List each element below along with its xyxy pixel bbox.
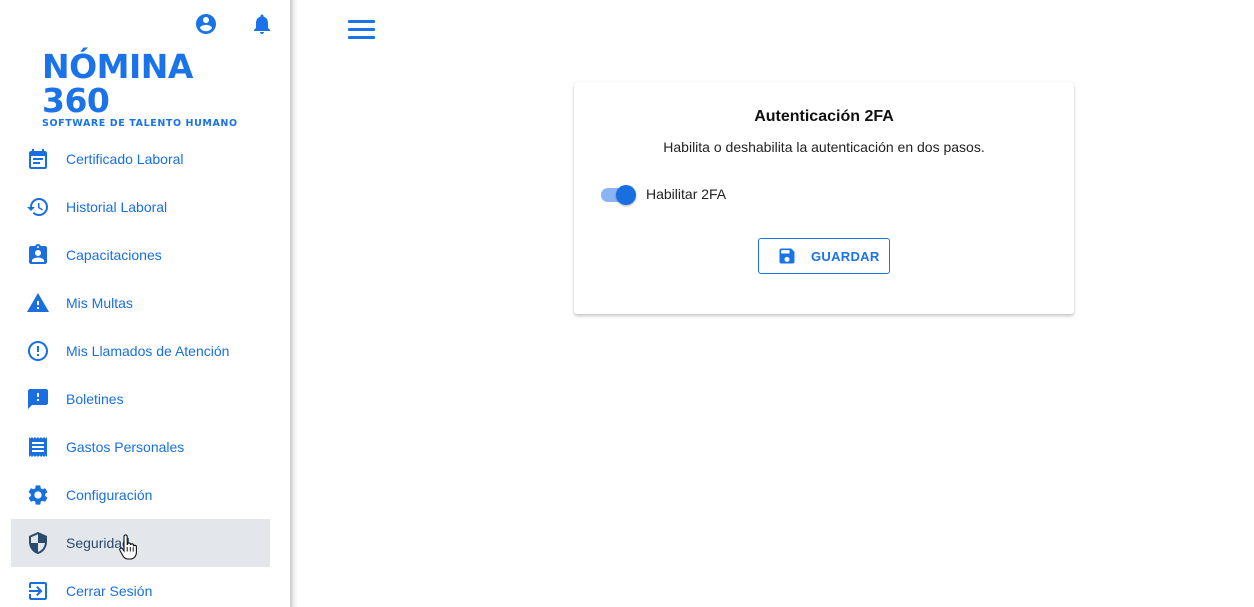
gear-icon (26, 483, 50, 507)
sidebar-item-label: Cerrar Sesión (66, 583, 153, 599)
sidebar-item-capacitaciones[interactable]: Capacitaciones (11, 231, 270, 279)
save-button[interactable]: GUARDAR (758, 238, 890, 274)
logout-icon (26, 579, 50, 603)
history-icon (26, 195, 50, 219)
sidebar-nav: Certificado Laboral Historial Laboral Ca… (11, 135, 270, 607)
card-description: Habilita o deshabilita la autenticación … (663, 139, 985, 155)
sidebar-item-label: Gastos Personales (66, 439, 185, 455)
sidebar-item-label: Capacitaciones (66, 247, 162, 263)
sidebar: NÓMINA 360 SOFTWARE DE TALENTO HUMANO Ce… (0, 0, 290, 607)
sidebar-item-seguridad[interactable]: Seguridad (11, 519, 270, 567)
sidebar-divider (290, 0, 297, 607)
sidebar-item-mis-multas[interactable]: Mis Multas (11, 279, 270, 327)
sidebar-item-label: Boletines (66, 391, 124, 407)
account-circle-icon[interactable] (194, 12, 218, 36)
sidebar-item-certificado-laboral[interactable]: Certificado Laboral (11, 135, 270, 183)
save-button-label: GUARDAR (811, 249, 880, 264)
sidebar-item-label: Configuración (66, 487, 153, 503)
clipboard-user-icon (26, 243, 50, 267)
sidebar-item-historial-laboral[interactable]: Historial Laboral (11, 183, 270, 231)
bell-icon[interactable] (250, 12, 274, 36)
sidebar-item-label: Mis Multas (66, 295, 133, 311)
brand-tagline: SOFTWARE DE TALENTO HUMANO (42, 118, 238, 129)
warning-icon (26, 291, 50, 315)
app-window: NÓMINA 360 SOFTWARE DE TALENTO HUMANO Ce… (0, 0, 1254, 607)
sidebar-item-label: Certificado Laboral (66, 151, 184, 167)
two-factor-card: Autenticación 2FA Habilita o deshabilita… (574, 82, 1074, 314)
sidebar-item-gastos-personales[interactable]: Gastos Personales (11, 423, 270, 471)
shield-icon (26, 531, 50, 555)
sidebar-item-label: Mis Llamados de Atención (66, 343, 230, 359)
sidebar-item-label: Historial Laboral (66, 199, 168, 215)
receipt-icon (26, 435, 50, 459)
header-icons (194, 12, 274, 36)
sidebar-item-boletines[interactable]: Boletines (11, 375, 270, 423)
calendar-icon (26, 147, 50, 171)
toggle-thumb (616, 185, 636, 205)
save-icon (779, 248, 795, 264)
brand-name: NÓMINA 360 (42, 47, 193, 120)
sidebar-item-configuracion[interactable]: Configuración (11, 471, 270, 519)
sidebar-item-mis-llamados-de-atencion[interactable]: Mis Llamados de Atención (11, 327, 270, 375)
enable-2fa-toggle[interactable] (601, 184, 637, 206)
hamburger-menu-icon[interactable] (346, 18, 376, 42)
sidebar-item-cerrar-sesion[interactable]: Cerrar Sesión (11, 567, 270, 607)
feedback-icon (26, 387, 50, 411)
alert-circle-icon (26, 339, 50, 363)
hand-cursor-icon (118, 534, 138, 560)
toggle-label: Habilitar 2FA (646, 186, 727, 202)
card-title: Autenticación 2FA (754, 108, 894, 125)
brand-logo: NÓMINA 360 SOFTWARE DE TALENTO HUMANO (42, 47, 242, 130)
